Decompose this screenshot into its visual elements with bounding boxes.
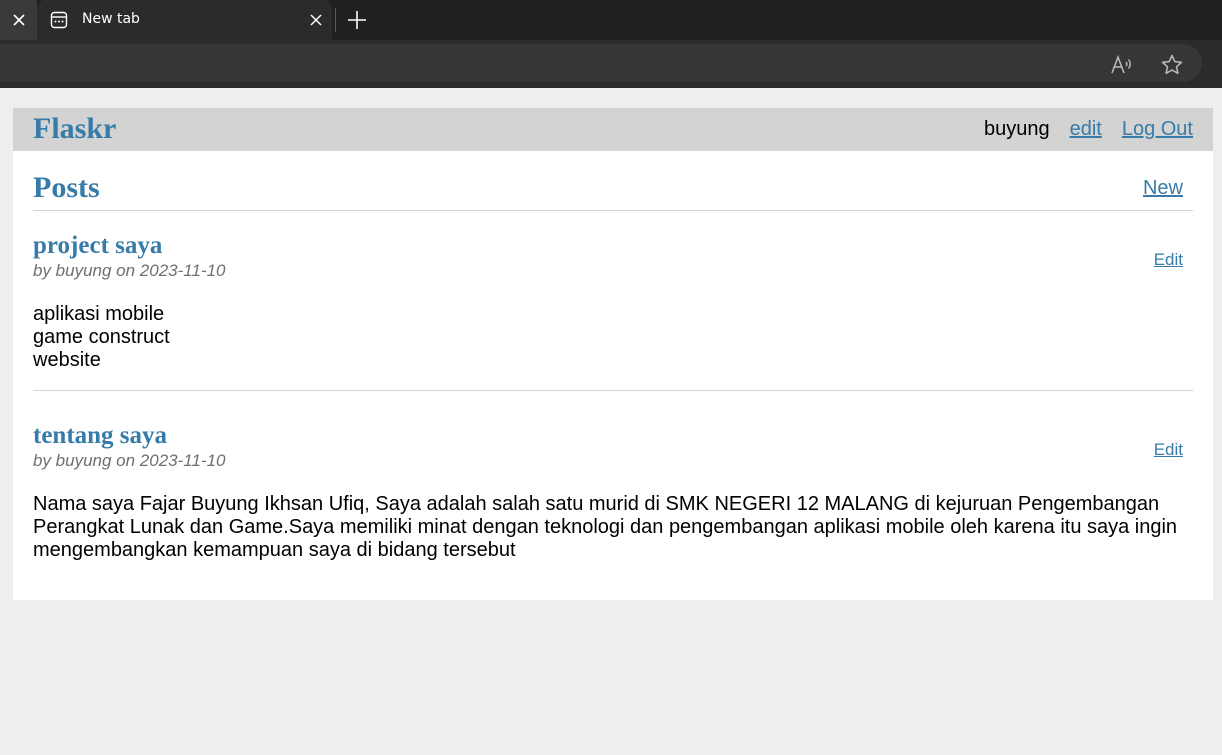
page-viewport: Flaskr buyung edit Log Out Posts New pro…	[0, 88, 1222, 755]
tab-close-icon[interactable]	[308, 12, 324, 28]
post-title: project saya	[33, 232, 163, 259]
top-nav: Flaskr buyung edit Log Out	[13, 108, 1213, 151]
post-item: project saya by buyung on 2023-11-10 Edi…	[33, 211, 1193, 391]
tab-separator	[335, 8, 336, 32]
app-container: Flaskr buyung edit Log Out Posts New pro…	[13, 108, 1213, 600]
logout-link[interactable]: Log Out	[1122, 118, 1193, 141]
post-body: Nama saya Fajar Buyung Ikhsan Ufiq, Saya…	[33, 493, 1178, 561]
post-meta: by buyung on 2023-11-10	[33, 451, 226, 470]
posts-header: Posts New	[33, 151, 1193, 211]
post-title: tentang saya	[33, 422, 168, 449]
post-item: tentang saya by buyung on 2023-11-10 Edi…	[33, 391, 1193, 562]
browser-toolbar	[0, 40, 1222, 88]
page-title: Posts	[33, 171, 100, 204]
post-edit-link[interactable]: Edit	[1154, 440, 1183, 460]
new-tab-page-icon	[50, 11, 68, 29]
address-bar[interactable]	[0, 44, 1202, 82]
nav-links: buyung edit Log Out	[984, 118, 1193, 141]
browser-tab-bar: New tab	[0, 0, 1222, 40]
post-edit-link[interactable]: Edit	[1154, 250, 1183, 270]
close-tab-icon[interactable]	[0, 0, 37, 40]
new-post-link[interactable]: New	[1143, 177, 1183, 200]
read-aloud-icon[interactable]	[1110, 54, 1134, 76]
content-section: Posts New project saya by buyung on 2023…	[13, 151, 1213, 562]
nav-username: buyung	[983, 118, 1050, 140]
new-tab-plus-icon[interactable]	[346, 9, 368, 31]
favorite-star-icon[interactable]	[1160, 53, 1184, 77]
post-body: aplikasi mobile game construct website	[33, 303, 170, 371]
nav-edit-link[interactable]: edit	[1070, 118, 1102, 141]
post-meta: by buyung on 2023-11-10	[33, 261, 226, 280]
browser-tab[interactable]: New tab	[37, 0, 332, 40]
app-brand[interactable]: Flaskr	[33, 112, 116, 146]
tab-title: New tab	[82, 11, 140, 27]
